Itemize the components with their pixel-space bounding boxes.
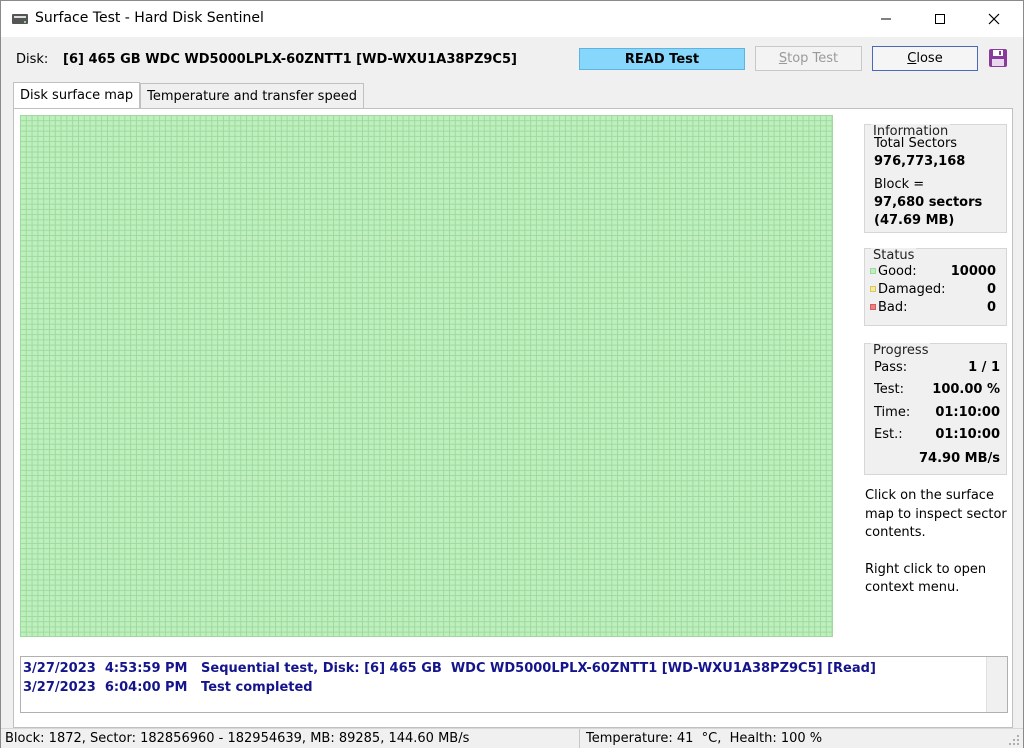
information-group: Information Total Sectors 976,773,168 Bl… — [864, 124, 1007, 233]
close-icon — [988, 13, 1000, 25]
save-icon[interactable] — [988, 48, 1008, 68]
speed-value: 74.90 MB/s — [919, 451, 1000, 466]
help-line-5: context menu. — [865, 580, 960, 595]
maximize-button[interactable] — [917, 1, 963, 37]
tab-strip: Disk surface map Temperature and transfe… — [13, 82, 364, 109]
event-log[interactable]: 3/27/2023 4:53:59 PM Sequential test, Di… — [20, 656, 1008, 713]
good-swatch — [870, 268, 876, 274]
stop-test-button[interactable]: Stop Test — [755, 46, 862, 71]
surface-map-margin — [20, 637, 858, 646]
disk-surface-map[interactable] — [20, 115, 833, 637]
tab-temperature-transfer-speed[interactable]: Temperature and transfer speed — [140, 83, 364, 108]
stop-test-label: Stop Test — [778, 51, 839, 66]
test-value: 100.00 % — [932, 382, 1000, 397]
damaged-value: 0 — [986, 282, 996, 297]
block-info: Block: 1872, Sector: 182856960 - 1829546… — [5, 731, 470, 746]
surface-test-window: Surface Test - Hard Disk Sentinel Disk: … — [0, 0, 1024, 748]
progress-title: Progress — [871, 343, 931, 358]
bad-label: Bad: — [878, 300, 908, 315]
title-bar[interactable]: Surface Test - Hard Disk Sentinel — [1, 1, 1023, 37]
bad-value: 0 — [986, 300, 996, 315]
help-line-3: contents. — [865, 525, 926, 540]
good-value: 10000 — [950, 264, 996, 279]
disk-value: [6] 465 GB WDC WD5000LPLX-60ZNTT1 [WD-WX… — [63, 52, 517, 67]
block-value: 97,680 sectors — [874, 195, 983, 210]
maximize-icon — [935, 14, 945, 24]
test-mode-indicator: READ Test — [579, 48, 745, 70]
progress-group: Progress Pass: 1 / 1 Test: 100.00 % Time… — [864, 343, 1007, 475]
window-title: Surface Test - Hard Disk Sentinel — [35, 10, 264, 26]
resize-grip-icon[interactable] — [1007, 733, 1021, 747]
disk-row: Disk: [6] 465 GB WDC WD5000LPLX-60ZNTT1 … — [1, 37, 1023, 79]
help-line-2: map to inspect sector — [865, 507, 1007, 522]
damaged-swatch — [870, 286, 876, 292]
pass-value: 1 / 1 — [968, 360, 1000, 375]
bad-swatch — [870, 304, 876, 310]
disk-label: Disk: — [16, 52, 49, 67]
est-value: 01:10:00 — [935, 427, 1000, 442]
total-sectors-label: Total Sectors — [874, 136, 958, 151]
minimize-button[interactable] — [863, 1, 909, 37]
status-separator — [579, 729, 580, 748]
test-label: Test: — [874, 382, 904, 397]
surface-map-side-area — [833, 115, 858, 646]
pass-label: Pass: — [874, 360, 908, 375]
good-label: Good: — [878, 264, 917, 279]
close-window-button[interactable] — [971, 1, 1017, 37]
est-label: Est.: — [874, 427, 903, 442]
damaged-label: Damaged: — [878, 282, 946, 297]
total-sectors-value: 976,773,168 — [874, 154, 966, 169]
block-label: Block = — [874, 177, 925, 192]
close-button[interactable]: Close — [872, 46, 978, 71]
tab-disk-surface-map[interactable]: Disk surface map — [13, 82, 141, 108]
help-line-1: Click on the surface — [865, 488, 994, 503]
status-bar: Block: 1872, Sector: 182856960 - 1829546… — [1, 728, 1023, 748]
help-line-4: Right click to open — [865, 562, 987, 577]
hdd-icon — [12, 14, 28, 24]
status-title: Status — [871, 248, 917, 263]
time-label: Time: — [874, 405, 911, 420]
time-value: 01:10:00 — [935, 405, 1000, 420]
temperature-health: Temperature: 41 °C, Health: 100 % — [586, 731, 823, 746]
status-group: Status Good: 10000 Damaged: 0 Bad: 0 — [864, 248, 1007, 326]
minimize-icon — [881, 18, 891, 20]
log-entry: 3/27/2023 4:53:59 PM Sequential test, Di… — [23, 661, 876, 676]
block-mb: (47.69 MB) — [874, 213, 955, 228]
log-scrollbar[interactable] — [986, 657, 1007, 712]
log-entry: 3/27/2023 6:04:00 PM Test completed — [23, 680, 313, 695]
close-label: Close — [907, 51, 943, 66]
